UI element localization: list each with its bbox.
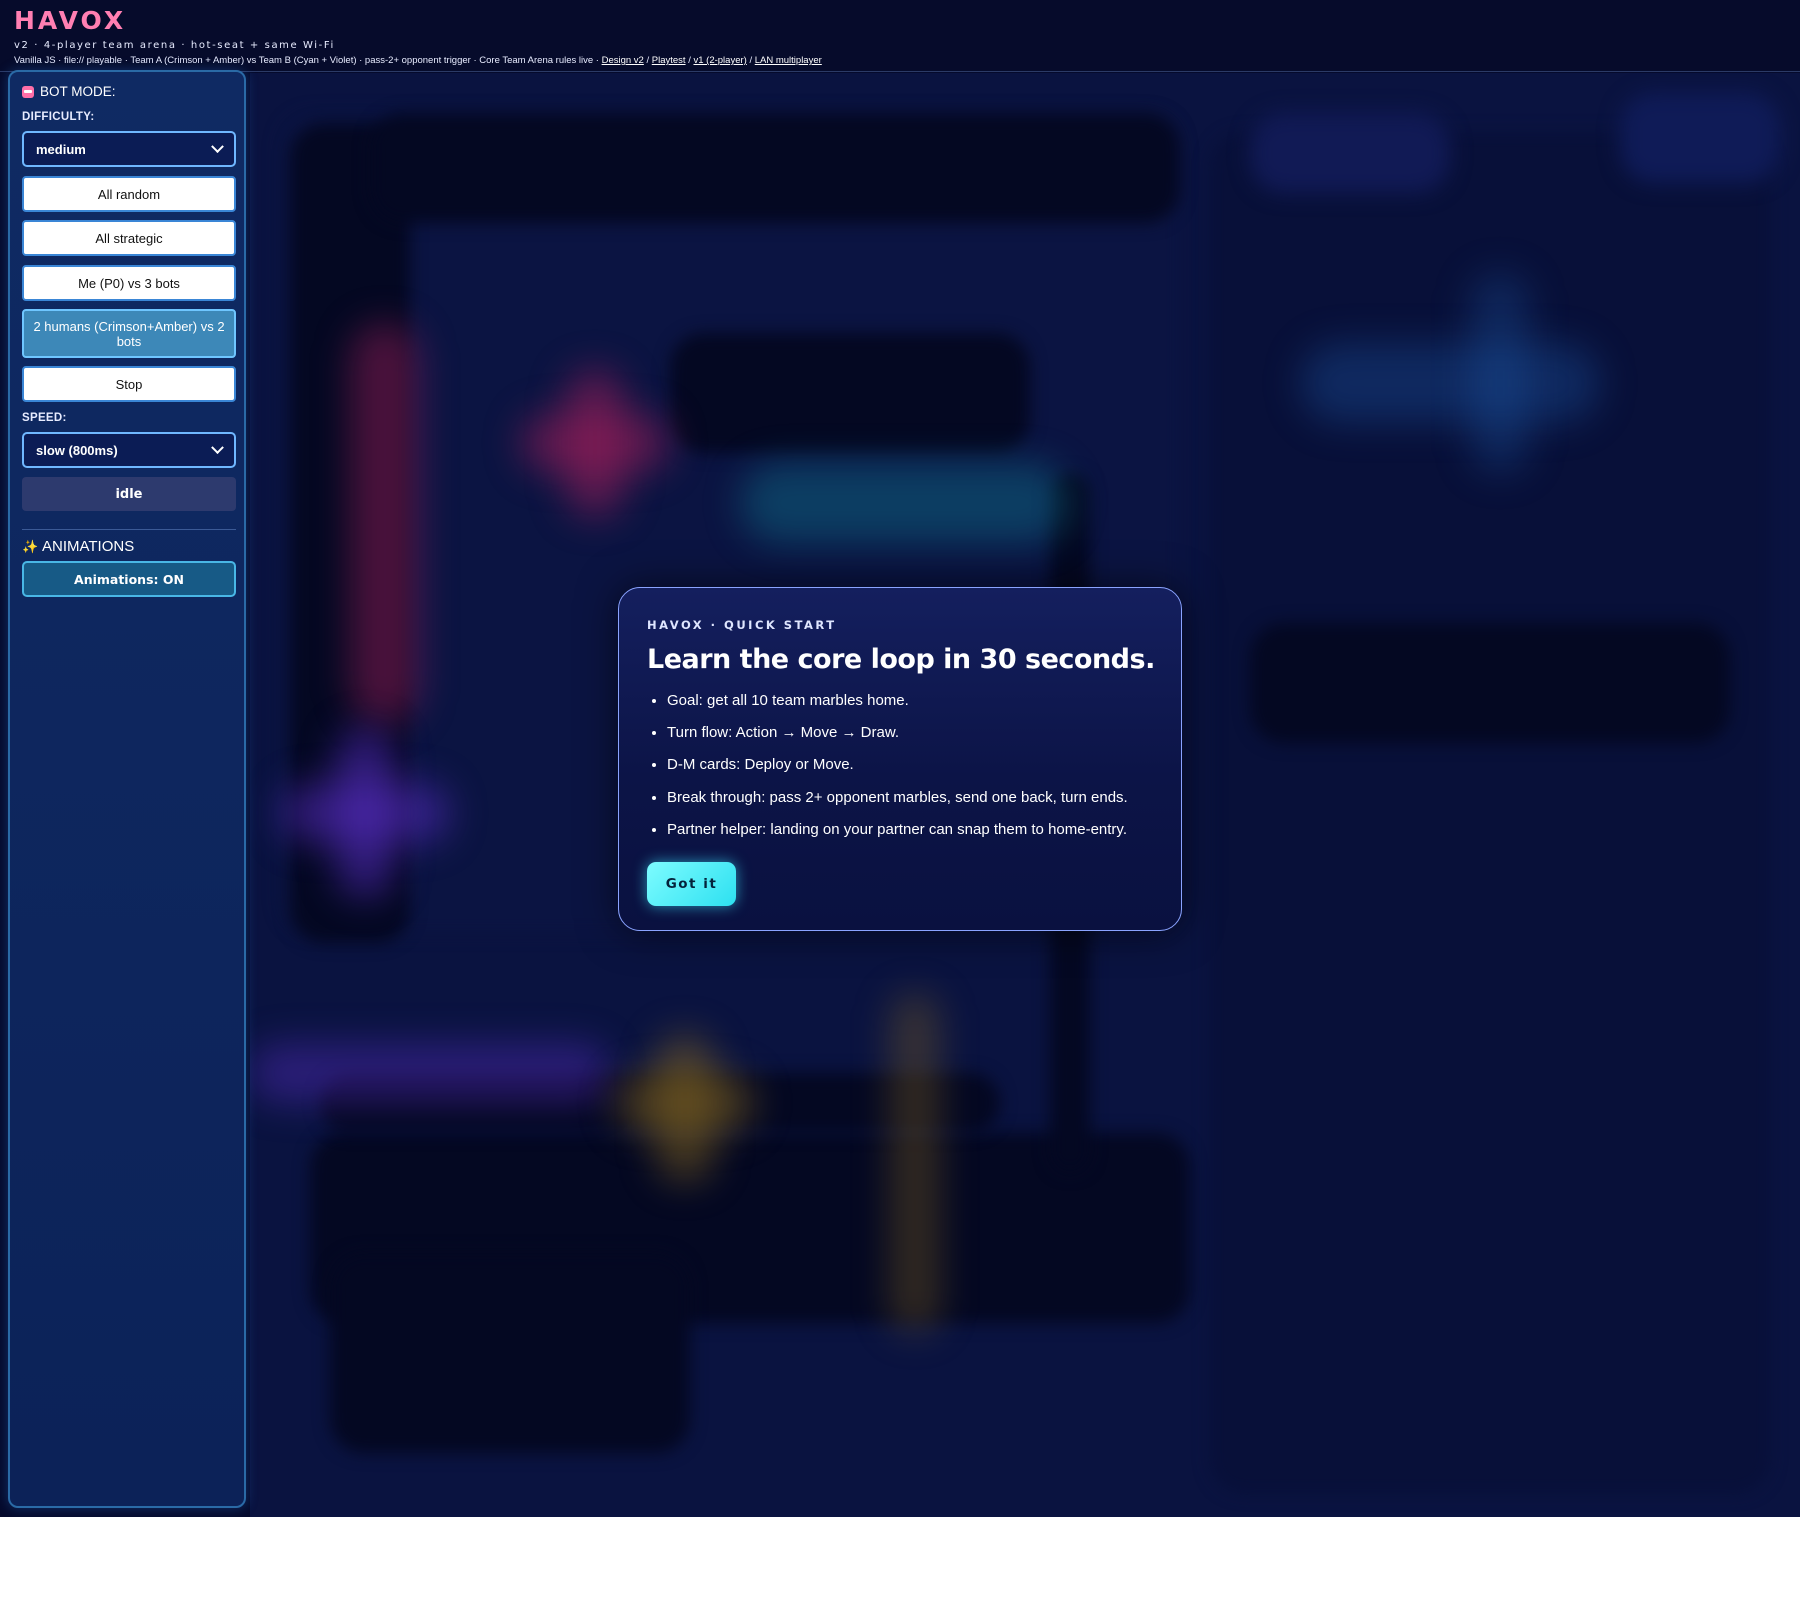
- link-separator: /: [643, 55, 652, 66]
- amber-marble-glow: [890, 993, 940, 1333]
- modal-title: Learn the core loop in 30 seconds.: [647, 644, 1155, 675]
- meta-text: Vanilla JS · file:// playable · Team A (…: [14, 55, 602, 66]
- difficulty-label: DIFFICULTY:: [22, 111, 95, 123]
- all-random-button[interactable]: All random: [22, 176, 236, 212]
- link-design-v2[interactable]: Design v2: [602, 55, 644, 66]
- board-lane: [370, 113, 1180, 223]
- board-lane: [330, 1253, 690, 1453]
- subtitle: v2 · 4-player team arena · hot-seat + sa…: [14, 40, 335, 51]
- meta-line: Vanilla JS · file:// playable · Team A (…: [14, 55, 822, 66]
- bot-mode-heading: BOT MODE:: [22, 84, 116, 99]
- all-strategic-button[interactable]: All strategic: [22, 220, 236, 256]
- board-lane: [1620, 93, 1780, 183]
- divider: [22, 529, 236, 530]
- cyan-marble-glow: [1470, 273, 1530, 473]
- amber-marble-glow: [655, 1033, 715, 1183]
- chevron-down-icon: [211, 139, 224, 153]
- cyan-marble-glow: [740, 463, 1070, 543]
- board-lane: [670, 333, 1030, 453]
- cyan-marble-glow: [1300, 343, 1600, 423]
- difficulty-select[interactable]: medium: [22, 131, 236, 167]
- speed-label: SPEED:: [22, 412, 67, 424]
- sparkles-icon: ✨: [22, 538, 39, 554]
- speed-select[interactable]: slow (800ms): [22, 432, 236, 468]
- speed-value: slow (800ms): [36, 442, 118, 458]
- difficulty-value: medium: [36, 141, 86, 157]
- link-v1-2-player[interactable]: v1 (2-player): [693, 55, 746, 66]
- list-item: Partner helper: landing on your partner …: [667, 821, 1128, 853]
- chevron-down-icon: [211, 440, 224, 454]
- crimson-marble-glow: [565, 368, 625, 518]
- quick-start-modal: HAVOX · QUICK START Learn the core loop …: [618, 587, 1182, 931]
- animations-toggle-button[interactable]: Animations: ON: [22, 561, 236, 597]
- bot-status-badge: idle: [22, 477, 236, 511]
- bot-mode-label: BOT MODE:: [40, 84, 116, 99]
- link-separator: /: [746, 55, 755, 66]
- list-item: Goal: get all 10 team marbles home.: [667, 692, 1128, 724]
- logo: HAVOX: [14, 6, 127, 35]
- link-lan-multiplayer[interactable]: LAN multiplayer: [755, 55, 822, 66]
- board-lane: [1250, 113, 1450, 193]
- crimson-marble-glow: [350, 323, 420, 723]
- bot-mode-panel: BOT MODE: DIFFICULTY: medium All random …: [8, 70, 246, 1508]
- got-it-button[interactable]: Got it: [647, 862, 736, 906]
- two-humans-vs-two-bots-button[interactable]: 2 humans (Crimson+Amber) vs 2 bots: [22, 309, 236, 358]
- animations-heading: ✨ ANIMATIONS: [22, 538, 134, 555]
- list-item: Break through: pass 2+ opponent marbles,…: [667, 789, 1128, 821]
- app-root: HAVOX v2 · 4-player team arena · hot-sea…: [0, 0, 1800, 1517]
- modal-eyebrow: HAVOX · QUICK START: [647, 618, 837, 632]
- robot-icon: [22, 85, 34, 98]
- animations-label: ANIMATIONS: [42, 538, 135, 555]
- link-playtest[interactable]: Playtest: [652, 55, 686, 66]
- list-item: Turn flow: Action → Move → Draw.: [667, 724, 1128, 756]
- violet-marble-glow: [335, 728, 395, 898]
- list-item: D-M cards: Deploy or Move.: [667, 756, 1128, 788]
- stop-button[interactable]: Stop: [22, 366, 236, 402]
- violet-marble-glow: [250, 1043, 610, 1103]
- header: HAVOX v2 · 4-player team arena · hot-sea…: [0, 0, 1800, 72]
- quick-start-list: Goal: get all 10 team marbles home. Turn…: [647, 692, 1128, 853]
- board-lane: [1250, 623, 1730, 743]
- me-vs-3-bots-button[interactable]: Me (P0) vs 3 bots: [22, 265, 236, 301]
